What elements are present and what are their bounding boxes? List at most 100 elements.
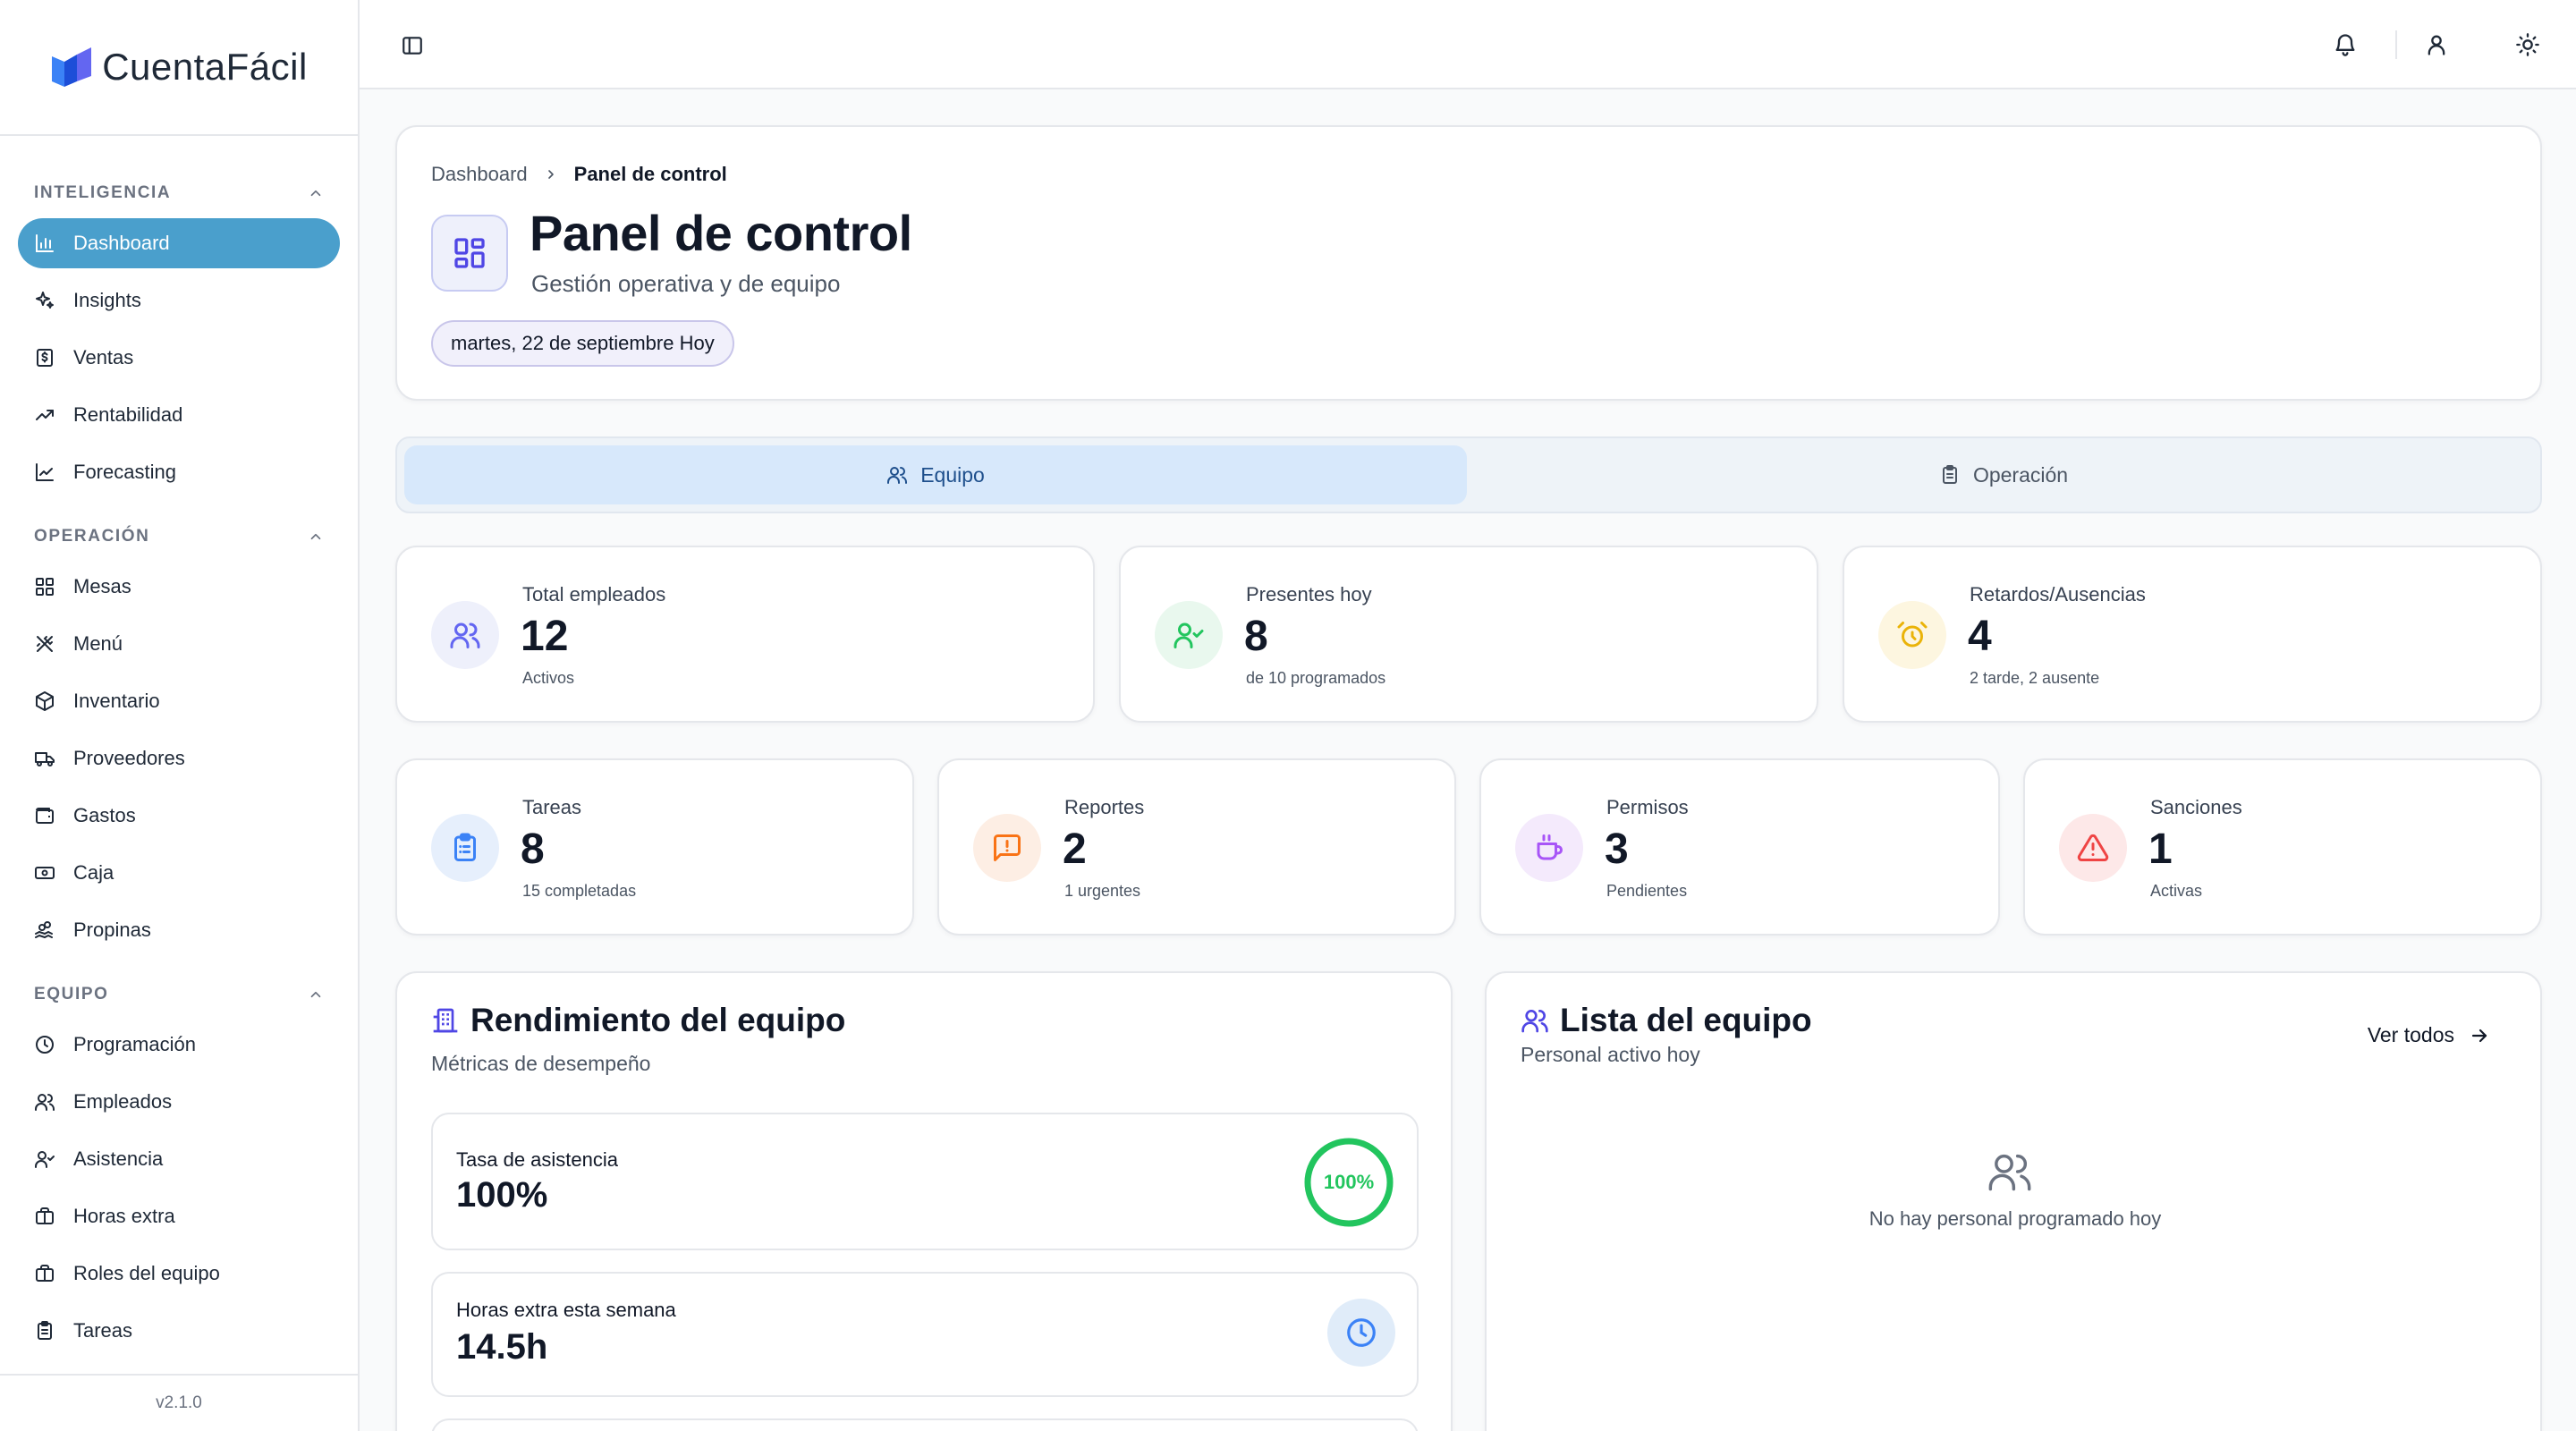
see-all-button[interactable]: Ver todos (2368, 1023, 2490, 1047)
sidebar-item-empleados[interactable]: Empleados (18, 1077, 340, 1127)
sidebar-item-label: Dashboard (73, 232, 170, 254)
stat-label: Tareas (522, 796, 582, 818)
user-check-icon (1174, 622, 1204, 648)
tab-label: Equipo (920, 462, 985, 487)
section-title: Rendimiento del equipo (431, 1002, 845, 1039)
sidebar-item-label: Rentabilidad (73, 403, 183, 426)
clock-icon (36, 1036, 54, 1054)
breadcrumb-link[interactable]: Dashboard (431, 163, 528, 186)
sidebar-item-label: Forecasting (73, 461, 176, 483)
receipt-dollar-icon (37, 349, 53, 367)
team-list-subtitle: Personal activo hoy (1521, 1043, 1700, 1066)
metric-overtime-week: Horas extra esta semana 14.5h (431, 1272, 1419, 1397)
chevron-up-icon (310, 190, 321, 197)
tab-equipo[interactable]: Equipo (404, 445, 1467, 504)
sidebar-item-inventario[interactable]: Inventario (18, 676, 340, 726)
sidebar: CuentaFácil INTELIGENCIA Dashboard Insig… (0, 0, 360, 1431)
user-check-icon (35, 1151, 55, 1168)
sidebar-item-propinas[interactable]: Propinas (18, 905, 340, 955)
sidebar-item-label: Programación (73, 1033, 196, 1055)
page-subtitle: Gestión operativa y de equipo (531, 270, 841, 297)
section-equipo[interactable]: EQUIPO (0, 977, 358, 1012)
stat-label: Permisos (1606, 796, 1689, 818)
users-icon (450, 622, 480, 648)
topbar-divider (2395, 30, 2397, 59)
stat-subtext: 2 tarde, 2 ausente (1970, 669, 2100, 687)
stat-label: Presentes hoy (1246, 583, 1372, 605)
sidebar-item-roles-del-equipo[interactable]: Roles del equipo (18, 1249, 340, 1299)
metric-next (431, 1418, 1419, 1431)
grid-icon (36, 578, 54, 596)
sparkles-icon (36, 292, 54, 309)
stat-total-empleados[interactable]: Total empleados 12 Activos (395, 546, 1095, 723)
section-inteligencia[interactable]: INTELIGENCIA (0, 175, 358, 211)
brand[interactable]: CuentaFácil (0, 0, 358, 136)
chevron-up-icon (310, 533, 321, 540)
users-icon (35, 1094, 55, 1111)
stat-icon-badge (2059, 814, 2127, 882)
clock-icon (1347, 1318, 1376, 1347)
hand-coins-icon (35, 921, 53, 939)
stat-tareas[interactable]: Tareas 8 15 completadas (395, 758, 914, 936)
metric-label: Tasa de asistencia (456, 1148, 618, 1171)
sidebar-item-mesas[interactable]: Mesas (18, 562, 340, 612)
sidebar-item-label: Roles del equipo (73, 1262, 220, 1284)
stat-label: Reportes (1064, 796, 1145, 818)
sidebar-item-insights[interactable]: Insights (18, 275, 340, 326)
page-header-card: Dashboard Panel de control Panel de cont… (395, 125, 2542, 401)
brand-logo-icon (52, 47, 92, 87)
performance-title: Rendimiento del equipo (470, 1002, 846, 1038)
brand-name: CuentaFácil (102, 46, 308, 88)
users-empty-icon (1988, 1154, 2031, 1191)
title-badge (431, 215, 508, 292)
sidebar-item-asistencia[interactable]: Asistencia (18, 1134, 340, 1184)
stat-presentes-hoy[interactable]: Presentes hoy 8 de 10 programados (1119, 546, 1818, 723)
empty-state-text: No hay personal programado hoy (1868, 1207, 2162, 1230)
sidebar-item-tareas[interactable]: Tareas (18, 1306, 340, 1356)
section-operacion[interactable]: OPERACIÓN (0, 519, 358, 555)
sidebar-item-caja[interactable]: Caja (18, 848, 340, 898)
user-icon[interactable] (2424, 32, 2449, 57)
sidebar-item-forecasting[interactable]: Forecasting (18, 447, 340, 497)
bar-chart-icon (36, 234, 54, 252)
package-icon (36, 691, 54, 711)
team-performance-card: Rendimiento del equipo Métricas de desem… (395, 971, 1453, 1431)
section-title: OPERACIÓN (34, 527, 150, 546)
sidebar-item-label: Ventas (73, 346, 134, 368)
alert-triangle-icon (2077, 834, 2109, 861)
bell-icon[interactable] (2333, 32, 2358, 57)
sidebar-item-proveedores[interactable]: Proveedores (18, 733, 340, 783)
section-title: EQUIPO (34, 985, 109, 1003)
breadcrumb-current: Panel de control (573, 163, 727, 185)
stat-retardos-ausencias[interactable]: Retardos/Ausencias 4 2 tarde, 2 ausente (1843, 546, 2542, 723)
utensils-icon (37, 636, 53, 652)
sidebar-toggle-icon[interactable] (401, 34, 424, 57)
team-list-card: Lista del equipo Personal activo hoy Ver… (1485, 971, 2542, 1431)
sidebar-item-horas-extra[interactable]: Horas extra (18, 1191, 340, 1241)
clipboard-icon (1942, 465, 1957, 484)
layout-dashboard-icon (454, 238, 485, 268)
metric-attendance-rate: Tasa de asistencia 100% 100% (431, 1113, 1419, 1250)
tab-operacion[interactable]: Operación (1470, 445, 2537, 504)
sidebar-item-ventas[interactable]: Ventas (18, 333, 340, 383)
stat-sanciones[interactable]: Sanciones 1 Activas (2023, 758, 2542, 936)
sidebar-item-rentabilidad[interactable]: Rentabilidad (18, 390, 340, 440)
sidebar-item-dashboard[interactable]: Dashboard (18, 218, 340, 268)
date-badge: martes, 22 de septiembre Hoy (431, 320, 734, 367)
stat-reportes[interactable]: Reportes 2 1 urgentes (937, 758, 1456, 936)
sidebar-item-label: Menú (73, 632, 123, 655)
stat-subtext: Pendientes (1606, 882, 1688, 900)
message-alert-icon (994, 834, 1021, 861)
stat-subtext: 1 urgentes (1064, 882, 1141, 900)
sidebar-item-menu[interactable]: Menú (18, 619, 340, 669)
sidebar-item-programacion[interactable]: Programación (18, 1020, 340, 1070)
stat-subtext: 15 completadas (522, 882, 637, 900)
breadcrumb: Dashboard Panel de control (431, 163, 727, 186)
alarm-clock-icon (1897, 622, 1928, 648)
sidebar-item-gastos[interactable]: Gastos (18, 791, 340, 841)
sun-icon[interactable] (2515, 32, 2540, 57)
stat-permisos[interactable]: Permisos 3 Pendientes (1479, 758, 2000, 936)
sidebar-item-label: Asistencia (73, 1147, 164, 1170)
stat-value: 1 (2148, 826, 2173, 873)
clipboard-list-icon (454, 833, 476, 861)
